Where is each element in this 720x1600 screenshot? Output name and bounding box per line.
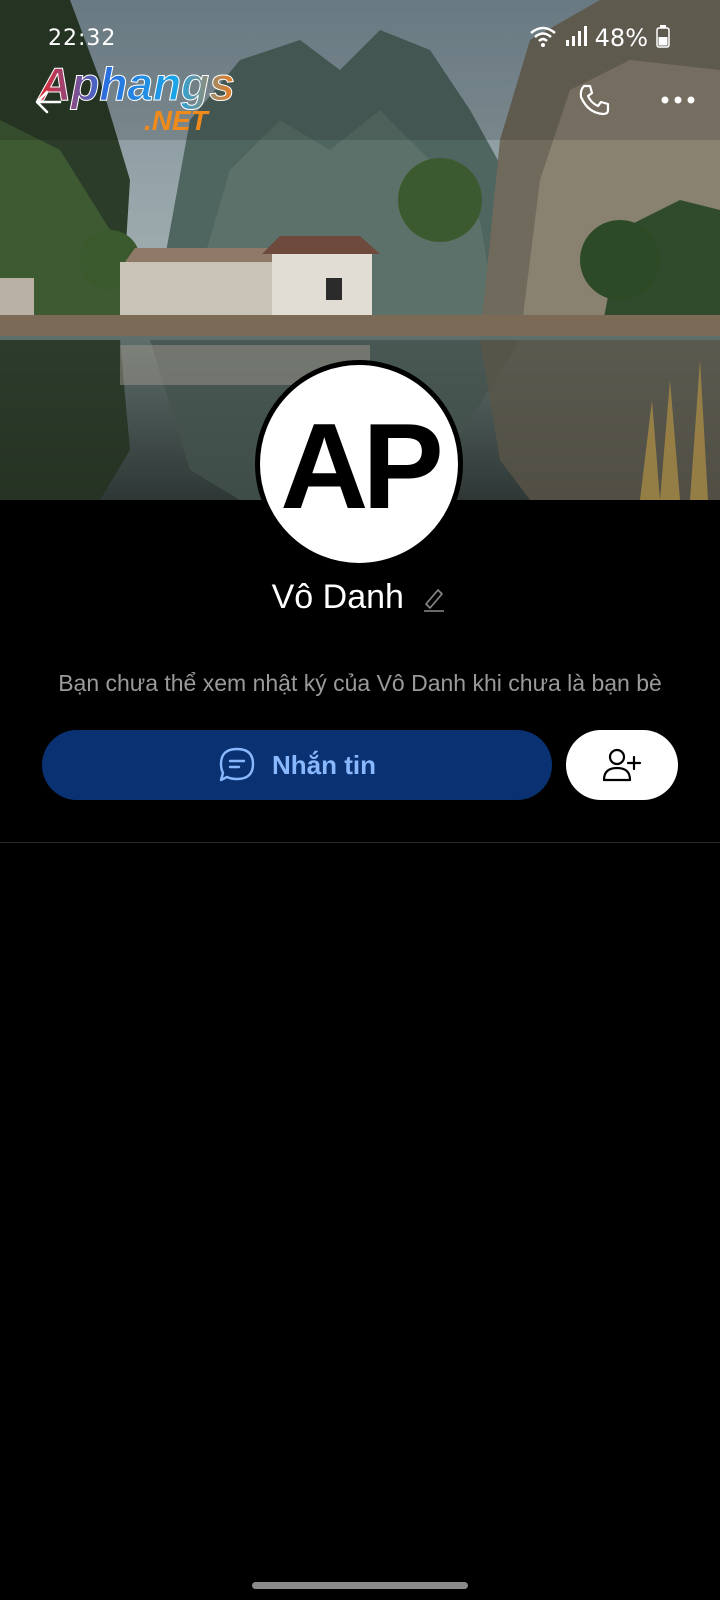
watermark-suffix: .NET (144, 105, 211, 136)
add-user-icon (602, 748, 642, 782)
phone-icon (579, 84, 610, 116)
section-divider (0, 842, 720, 843)
status-time: 22:32 (48, 26, 117, 51)
profile-name: Vô Danh (271, 578, 404, 616)
avatar-text: AP (280, 398, 444, 534)
profile-name-row: Vô Danh (0, 578, 720, 617)
edit-name-button[interactable] (420, 584, 448, 612)
back-button[interactable] (20, 74, 76, 130)
more-icon (661, 96, 695, 104)
call-button[interactable] (566, 72, 622, 128)
signal-icon (565, 24, 587, 52)
battery-icon (656, 24, 670, 52)
wifi-icon (529, 24, 557, 52)
profile-screen: 22:32 48% Aphangs .NET AP Vô Danh Bạn ch… (0, 0, 720, 1600)
chat-bubble-icon (219, 747, 255, 782)
back-arrow-icon (35, 90, 62, 114)
battery-percent: 48% (594, 24, 648, 52)
status-indicators: 48% (529, 24, 670, 52)
message-button-label: Nhắn tin (272, 749, 376, 780)
add-friend-button[interactable] (566, 730, 678, 800)
avatar[interactable]: AP (255, 360, 463, 568)
privacy-notice: Bạn chưa thể xem nhật ký của Vô Danh khi… (58, 670, 662, 696)
message-button[interactable]: Nhắn tin (42, 730, 552, 800)
more-button[interactable] (650, 72, 706, 128)
pencil-icon (424, 588, 445, 612)
home-indicator[interactable] (252, 1582, 468, 1589)
